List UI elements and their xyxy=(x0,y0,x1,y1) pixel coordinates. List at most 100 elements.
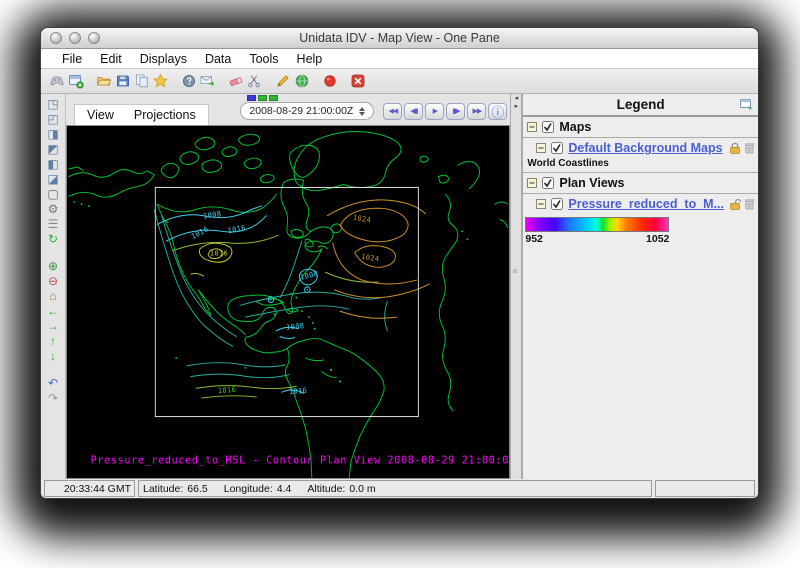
step-forward-button[interactable]: ▮▶ xyxy=(446,103,465,120)
collapse-icon[interactable] xyxy=(536,199,546,209)
colorbar-min-label: 952 xyxy=(525,233,543,245)
map-menu-view[interactable]: View xyxy=(77,108,124,122)
content-area: ◳◰◨◩◧◪▢⚙☰↻ ⊕⊖⌂←→↑↓ ↶↷ ViewProjections 20… xyxy=(41,94,758,479)
float-legend-icon[interactable] xyxy=(740,98,754,110)
scissors-icon[interactable] xyxy=(245,72,264,90)
main-toolbar xyxy=(41,69,758,94)
menubar: FileEditDisplaysDataToolsHelp xyxy=(41,49,758,69)
save-icon[interactable] xyxy=(113,72,132,90)
legend-group-label: Maps xyxy=(559,120,591,134)
time-select[interactable]: 2008-08-29 21:00:00Z xyxy=(240,102,374,120)
open-folder-icon[interactable] xyxy=(94,72,113,90)
dashboard-icon[interactable] xyxy=(47,72,66,90)
collapse-icon[interactable] xyxy=(536,143,546,153)
frame-indicators xyxy=(247,95,507,101)
time-animation-controls: 2008-08-29 21:00:00Z ◀◀◀▮▶▮▶▶▶ⓘ xyxy=(240,94,507,120)
altitude-label: Altitude: xyxy=(307,483,345,495)
legend-title: Legend xyxy=(617,97,665,112)
pan-down-icon[interactable]: ↓ xyxy=(43,349,63,364)
trash-icon[interactable] xyxy=(745,142,754,154)
new-display-window-icon[interactable] xyxy=(66,72,85,90)
pan-right-icon[interactable]: → xyxy=(43,319,63,334)
background-maps-link[interactable]: Default Background Maps xyxy=(568,141,722,155)
zoom-button[interactable] xyxy=(88,32,100,44)
titlebar[interactable]: Unidata IDV - Map View - One Pane xyxy=(41,28,758,49)
menu-file[interactable]: File xyxy=(53,52,91,66)
coastlines-layer xyxy=(69,131,508,478)
map-menu-projections[interactable]: Projections xyxy=(124,108,206,122)
pan-left-icon[interactable]: ← xyxy=(43,304,63,319)
animation-properties-button[interactable]: ⓘ xyxy=(488,103,507,120)
collapse-right-icon[interactable]: ▸ xyxy=(515,103,519,111)
zoom-out-icon[interactable]: ⊖ xyxy=(43,274,63,289)
view-east-icon[interactable]: ◩ xyxy=(43,142,63,157)
pan-up-icon[interactable]: ↑ xyxy=(43,334,63,349)
menu-tools[interactable]: Tools xyxy=(240,52,287,66)
longitude-label: Longitude: xyxy=(224,483,273,495)
pencil-icon[interactable] xyxy=(273,72,292,90)
statusbar: 20:33:44 GMT Latitude: 66.5 Longitude: 4… xyxy=(41,479,758,498)
collapse-icon[interactable] xyxy=(527,122,537,132)
menu-edit[interactable]: Edit xyxy=(91,52,131,66)
pressure-colorbar xyxy=(525,217,669,232)
lock-icon[interactable] xyxy=(729,142,741,155)
home-icon[interactable]: ⌂ xyxy=(43,289,63,304)
contour-label: 1016 xyxy=(289,386,308,397)
pressure-display-link[interactable]: Pressure_reduced_to_M... xyxy=(568,197,724,211)
contour-label: 1024 xyxy=(361,251,380,263)
play-button[interactable]: ▶ xyxy=(425,103,444,120)
help-icon[interactable] xyxy=(179,72,198,90)
vertical-scale-icon[interactable]: ☰ xyxy=(43,217,63,232)
time-stepper[interactable] xyxy=(359,107,365,116)
view-menu-strip: ViewProjections xyxy=(74,104,209,125)
go-first-button[interactable]: ◀◀ xyxy=(383,103,402,120)
checkbox-maps[interactable] xyxy=(542,121,554,133)
close-x-icon[interactable] xyxy=(348,72,367,90)
undo-icon[interactable]: ↶ xyxy=(43,376,63,391)
checkbox-pressure[interactable] xyxy=(551,198,563,210)
close-button[interactable] xyxy=(50,32,62,44)
rotate-view-icon[interactable]: ⚙ xyxy=(43,202,63,217)
map-view[interactable]: 1008101610161016102410241008100810161016… xyxy=(66,125,510,479)
view-south-icon[interactable]: ◧ xyxy=(43,157,63,172)
legend-item-background-maps: Default Background Maps xyxy=(523,138,758,158)
contours-yellow-green-layer xyxy=(173,235,379,398)
menu-help[interactable]: Help xyxy=(288,52,332,66)
latitude-value: 66.5 xyxy=(187,483,207,495)
view-top-icon[interactable]: ◳ xyxy=(43,97,63,112)
menu-data[interactable]: Data xyxy=(196,52,240,66)
go-last-button[interactable]: ▶▶ xyxy=(467,103,486,120)
redo-icon[interactable]: ↷ xyxy=(43,391,63,406)
menu-displays[interactable]: Displays xyxy=(131,52,196,66)
record-icon[interactable] xyxy=(320,72,339,90)
zoom-in-icon[interactable]: ⊕ xyxy=(43,259,63,274)
checkbox-plan-views[interactable] xyxy=(542,177,554,189)
trash-icon[interactable] xyxy=(745,198,754,210)
view-west-icon[interactable]: ◪ xyxy=(43,172,63,187)
lock-open-icon[interactable] xyxy=(729,198,741,211)
collapse-icon[interactable] xyxy=(527,178,537,188)
eraser-icon[interactable] xyxy=(226,72,245,90)
legend-splitter[interactable]: ◂ ▸ xyxy=(510,94,522,479)
mail-send-icon[interactable] xyxy=(198,72,217,90)
colorbar-max-label: 1052 xyxy=(646,233,669,245)
reset-view-icon[interactable]: ▢ xyxy=(43,187,63,202)
data-bounds-rectangle xyxy=(155,187,418,416)
checkbox-background-maps[interactable] xyxy=(551,142,563,154)
globe-icon[interactable] xyxy=(292,72,311,90)
step-back-button[interactable]: ◀▮ xyxy=(404,103,423,120)
view-north-icon[interactable]: ◨ xyxy=(43,127,63,142)
favorites-star-icon[interactable] xyxy=(151,72,170,90)
map-canvas: 1008101610161016102410241008100810161016… xyxy=(67,126,509,478)
collapse-left-icon[interactable]: ◂ xyxy=(515,95,519,103)
contour-label: 1016 xyxy=(218,385,237,396)
view-bottom-icon[interactable]: ◰ xyxy=(43,112,63,127)
auto-rotate-icon[interactable]: ↻ xyxy=(43,232,63,247)
legend-item-pressure: Pressure_reduced_to_M... xyxy=(523,194,758,214)
contour-label: 1016 xyxy=(210,248,228,257)
contour-label: 1024 xyxy=(353,212,372,224)
copy-icon[interactable] xyxy=(132,72,151,90)
position-readout: Latitude: 66.5 Longitude: 4.4 Altitude: … xyxy=(138,480,652,497)
map-panel: ViewProjections 2008-08-29 21:00:00Z ◀◀◀… xyxy=(66,94,510,479)
minimize-button[interactable] xyxy=(69,32,81,44)
